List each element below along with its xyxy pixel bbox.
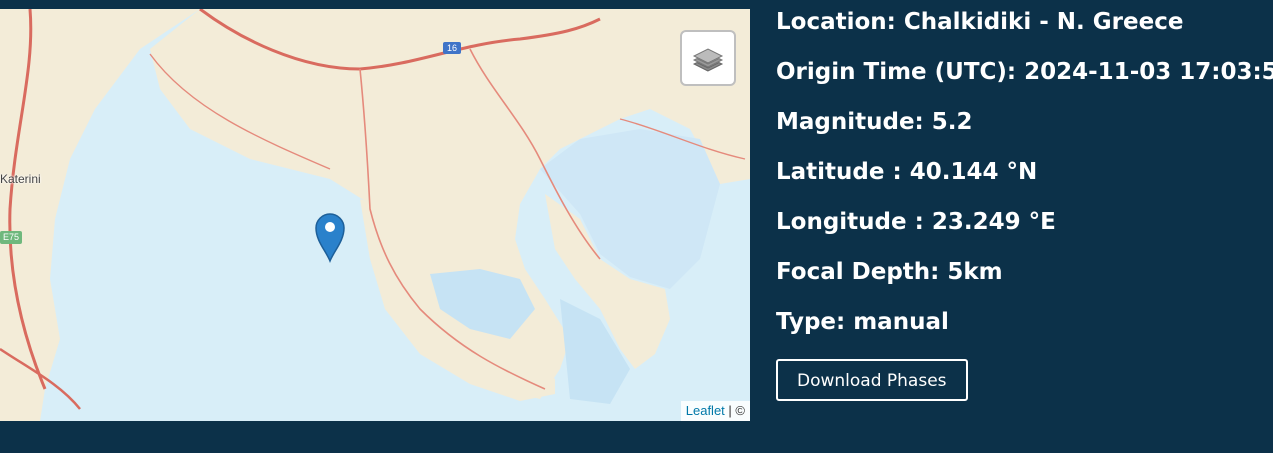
city-label: Katerini [0, 172, 41, 186]
earthquake-info-panel: Location: Chalkidiki - N. Greece Origin … [776, 7, 1273, 401]
map-attribution: Leaflet | © [680, 401, 750, 421]
layers-icon [692, 48, 724, 72]
map-tiles [0, 9, 750, 421]
origin-time-text: Origin Time (UTC): 2024-11-03 17:03:52 [776, 59, 1273, 85]
latitude-text: Latitude : 40.144 °N [776, 159, 1038, 185]
route-shield-e-label: E75 [0, 231, 22, 244]
leaflet-link[interactable]: Leaflet [686, 403, 725, 418]
type-text: Type: manual [776, 309, 949, 335]
magnitude-text: Magnitude: 5.2 [776, 109, 973, 135]
map-marker-icon[interactable] [314, 211, 346, 264]
map-view[interactable]: 16 E75 Katerini Leaflet | © [0, 9, 750, 421]
longitude-text: Longitude : 23.249 °E [776, 209, 1056, 235]
route-shield-label: 16 [443, 42, 461, 54]
focal-depth-text: Focal Depth: 5km [776, 259, 1003, 285]
attribution-separator: | [724, 403, 736, 418]
download-phases-button[interactable]: Download Phases [776, 359, 968, 401]
layers-control-button[interactable] [680, 30, 736, 86]
location-text: Location: Chalkidiki - N. Greece [776, 9, 1184, 35]
copyright-symbol: © [735, 403, 745, 418]
